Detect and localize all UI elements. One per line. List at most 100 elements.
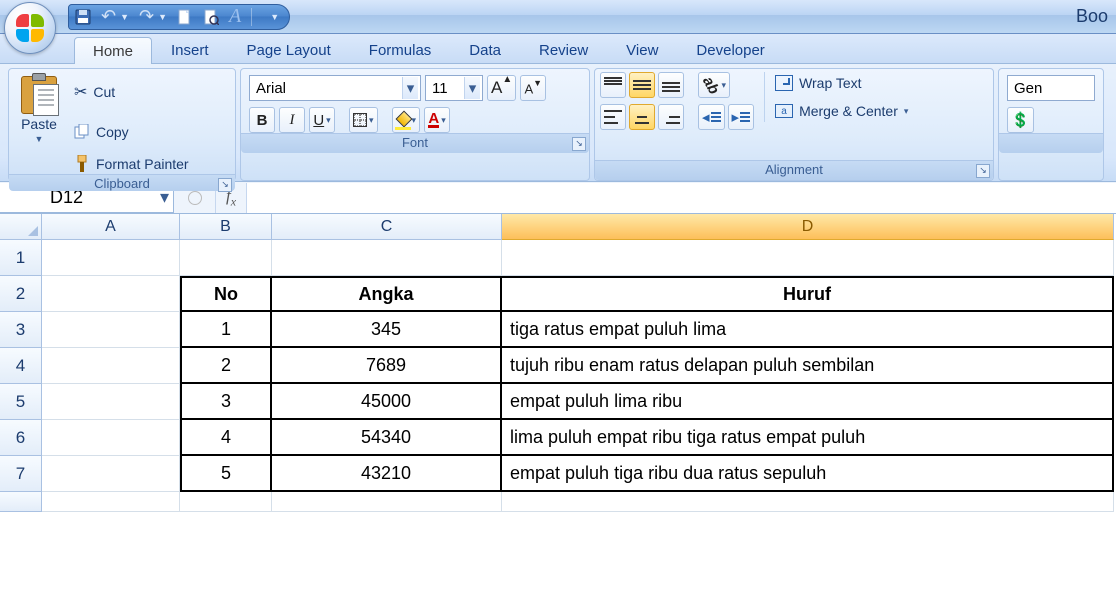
col-header-d[interactable]: D <box>502 214 1114 240</box>
cell[interactable]: Huruf <box>502 276 1114 312</box>
wrap-text-button[interactable]: Wrap Text <box>771 72 912 94</box>
cell[interactable]: 54340 <box>272 420 502 456</box>
font-dialog-launcher[interactable]: ↘ <box>572 137 586 151</box>
tab-review[interactable]: Review <box>520 36 607 63</box>
cell[interactable]: empat puluh tiga ribu dua ratus sepuluh <box>502 456 1114 492</box>
orientation-button[interactable]: ab▾ <box>698 72 730 98</box>
quick-custom-icon[interactable]: A <box>229 5 241 28</box>
row-header[interactable] <box>0 492 42 512</box>
row-header[interactable]: 3 <box>0 312 42 348</box>
copy-button[interactable]: Copy <box>74 114 189 150</box>
cell[interactable]: 3 <box>180 384 272 420</box>
col-header-c[interactable]: C <box>272 214 502 240</box>
cut-button[interactable]: ✂ Cut <box>74 74 189 110</box>
align-center-button[interactable] <box>629 104 655 130</box>
undo-icon[interactable]: ↶ <box>101 6 116 27</box>
tab-view[interactable]: View <box>607 36 677 63</box>
cell[interactable] <box>42 312 180 348</box>
fill-color-button[interactable]: ▾ <box>392 107 421 133</box>
cell[interactable] <box>42 420 180 456</box>
ribbon: Paste ▼ ✂ Cut Copy Format Painter Clipb <box>0 64 1116 182</box>
cell[interactable]: tujuh ribu enam ratus delapan puluh semb… <box>502 348 1114 384</box>
cell[interactable]: 2 <box>180 348 272 384</box>
tab-home[interactable]: Home <box>74 37 152 64</box>
tab-formulas[interactable]: Formulas <box>350 36 451 63</box>
font-size-combo[interactable]: 11 ▾ <box>425 75 483 101</box>
cell[interactable] <box>42 456 180 492</box>
cell[interactable] <box>42 276 180 312</box>
align-bottom-button[interactable] <box>658 72 684 98</box>
qat-customize-dropdown[interactable]: ▼ <box>270 12 279 22</box>
cell[interactable]: lima puluh empat ribu tiga ratus empat p… <box>502 420 1114 456</box>
align-middle-button[interactable] <box>629 72 655 98</box>
col-header-b[interactable]: B <box>180 214 272 240</box>
group-number: Gen 💲 <box>998 68 1104 181</box>
tab-data[interactable]: Data <box>450 36 520 63</box>
format-painter-button[interactable]: Format Painter <box>74 154 189 174</box>
print-preview-icon[interactable] <box>203 9 219 25</box>
cell[interactable] <box>42 240 180 276</box>
row-header[interactable]: 5 <box>0 384 42 420</box>
formula-input[interactable] <box>246 183 1116 213</box>
redo-icon[interactable]: ↷ <box>139 6 154 27</box>
cell[interactable] <box>272 492 502 512</box>
cell[interactable] <box>42 492 180 512</box>
number-format-combo[interactable]: Gen <box>1007 75 1095 101</box>
align-right-button[interactable] <box>658 104 684 130</box>
cell[interactable]: 43210 <box>272 456 502 492</box>
clipboard-dialog-launcher[interactable]: ↘ <box>218 178 232 192</box>
cell[interactable]: 5 <box>180 456 272 492</box>
merge-center-button[interactable]: a Merge & Center ▾ <box>771 100 912 122</box>
font-color-button[interactable]: A▾ <box>424 107 450 133</box>
bold-button[interactable]: B <box>249 107 275 133</box>
italic-button[interactable]: I <box>279 107 305 133</box>
cell[interactable] <box>502 492 1114 512</box>
row-header[interactable]: 2 <box>0 276 42 312</box>
office-button[interactable] <box>4 2 56 54</box>
cell[interactable]: 1 <box>180 312 272 348</box>
cell[interactable]: 45000 <box>272 384 502 420</box>
title-bar: ↶▼ ↷▼ A ▼ Boo <box>0 0 1116 34</box>
align-left-button[interactable] <box>600 104 626 130</box>
grid-row: 6 4 54340 lima puluh empat ribu tiga rat… <box>0 420 1116 456</box>
cell[interactable]: 7689 <box>272 348 502 384</box>
decrease-indent-button[interactable]: ◂ <box>698 104 725 130</box>
cell[interactable] <box>180 240 272 276</box>
cell[interactable]: 345 <box>272 312 502 348</box>
select-all-corner[interactable] <box>0 214 42 240</box>
shrink-font-button[interactable]: A▼ <box>520 75 546 101</box>
accounting-format-button[interactable]: 💲 <box>1007 107 1034 133</box>
cell[interactable] <box>272 240 502 276</box>
cell[interactable] <box>42 384 180 420</box>
align-top-button[interactable] <box>600 72 626 98</box>
increase-indent-button[interactable]: ▸ <box>728 104 755 130</box>
cell[interactable]: 4 <box>180 420 272 456</box>
font-name-combo[interactable]: Arial ▾ <box>249 75 421 101</box>
cell[interactable] <box>502 240 1114 276</box>
tab-insert[interactable]: Insert <box>152 36 228 63</box>
wrap-text-icon <box>775 75 793 91</box>
copy-label: Copy <box>96 124 129 140</box>
underline-button[interactable]: U▾ <box>309 107 335 133</box>
save-icon[interactable] <box>75 9 91 25</box>
tab-page-layout[interactable]: Page Layout <box>228 36 350 63</box>
col-header-a[interactable]: A <box>42 214 180 240</box>
cell[interactable] <box>180 492 272 512</box>
new-doc-icon[interactable] <box>177 9 193 25</box>
row-header[interactable]: 7 <box>0 456 42 492</box>
cell[interactable]: No <box>180 276 272 312</box>
row-header[interactable]: 1 <box>0 240 42 276</box>
row-header[interactable]: 6 <box>0 420 42 456</box>
tab-developer[interactable]: Developer <box>677 36 783 63</box>
grow-font-button[interactable]: A▲ <box>487 75 516 101</box>
paste-button[interactable]: Paste ▼ <box>14 72 64 148</box>
group-label-font: Font ↘ <box>241 133 589 153</box>
cell[interactable]: empat puluh lima ribu <box>502 384 1114 420</box>
cell[interactable]: Angka <box>272 276 502 312</box>
borders-button[interactable]: ▾ <box>349 107 378 133</box>
quick-access-toolbar: ↶▼ ↷▼ A ▼ <box>68 4 290 30</box>
row-header[interactable]: 4 <box>0 348 42 384</box>
alignment-dialog-launcher[interactable]: ↘ <box>976 164 990 178</box>
cell[interactable]: tiga ratus empat puluh lima <box>502 312 1114 348</box>
cell[interactable] <box>42 348 180 384</box>
